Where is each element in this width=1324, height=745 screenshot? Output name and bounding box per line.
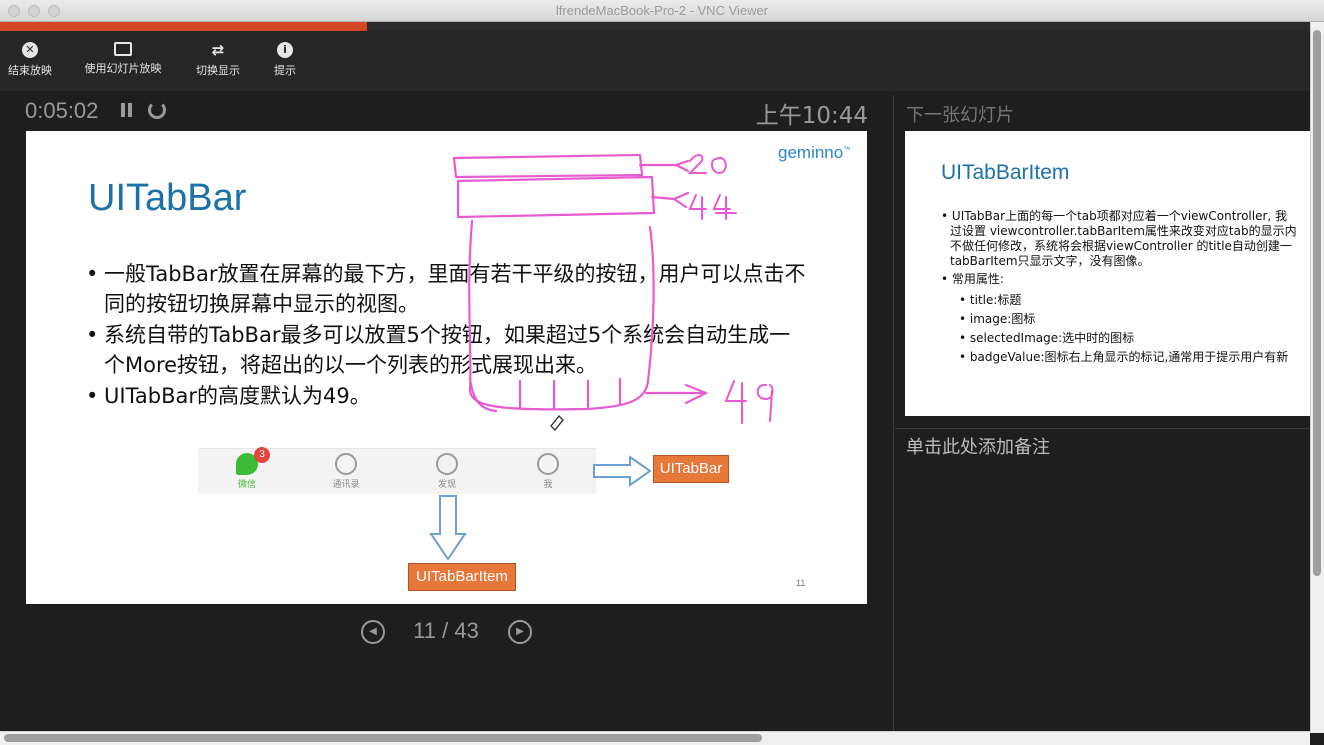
close-circle-icon: ✕ xyxy=(22,42,38,58)
speaker-notes-field[interactable]: 单击此处添加备注 xyxy=(906,433,1050,459)
tips-label: 提示 xyxy=(274,64,296,77)
slide-counter: 11 / 43 xyxy=(413,618,479,643)
elapsed-timer: 0:05:02 xyxy=(25,98,99,123)
vertical-scroll-thumb[interactable] xyxy=(1313,30,1321,576)
next-slide-common-label: 常用属性: xyxy=(951,272,1004,286)
end-show-button[interactable]: ✕ 结束放映 xyxy=(4,42,56,82)
next-slide-prop: • image:图标 xyxy=(959,312,1036,326)
end-show-label: 结束放映 xyxy=(8,64,52,77)
next-slide-bullet-text: 不做任何修改，系统将会根据viewController 的title自动创建一 xyxy=(950,239,1292,253)
current-slide[interactable]: UITabBar geminno™ • 一般TabBar放置在屏幕的最下方，里面有… xyxy=(26,131,867,604)
use-slideshow-button[interactable]: 使用幻灯片放映 xyxy=(80,42,166,82)
window-title: lfrendeMacBook-Pro-2 - VNC Viewer xyxy=(555,3,769,18)
next-slide-preview[interactable]: UITabBarItem • UITabBar上面的每一个tab项都对应着一个v… xyxy=(905,131,1310,416)
next-slide-prop-text: badgeValue:图标右上角显示的标记,通常用于提示用户有新 xyxy=(969,350,1289,364)
tips-button[interactable]: i 提示 xyxy=(265,42,305,82)
next-slide-heading: 下一张幻灯片 xyxy=(906,105,1014,126)
horizontal-scroll-thumb[interactable] xyxy=(4,734,762,742)
clock: 上午10:44 xyxy=(755,103,868,129)
next-slide-prop-text: selectedImage:选中时的图标 xyxy=(969,331,1135,345)
next-slide-prop-text: image:图标 xyxy=(969,312,1036,326)
swap-icon: ⇄ xyxy=(211,41,225,59)
next-slide-prop-text: title:标题 xyxy=(969,293,1022,307)
next-slide-bullet: • 常用属性: xyxy=(941,272,1004,286)
slides-icon xyxy=(114,42,132,56)
next-slide-prop: • badgeValue:图标右上角显示的标记,通常用于提示用户有新 xyxy=(959,350,1289,364)
next-slide-prop: • title:标题 xyxy=(959,293,1022,307)
next-slide-bullet-text: UITabBar上面的每一个tab项都对应着一个viewController, … xyxy=(951,209,1288,223)
notes-separator xyxy=(895,428,1310,429)
panel-divider xyxy=(893,95,894,735)
switch-display-button[interactable]: ⇄ 切换显示 xyxy=(192,42,244,82)
switch-display-label: 切换显示 xyxy=(196,64,240,77)
slideshow-progress-fill xyxy=(0,22,367,31)
info-icon: i xyxy=(277,42,293,58)
next-slide-bullet: • UITabBar上面的每一个tab项都对应着一个viewController… xyxy=(941,209,1288,223)
next-slide-bullet-text: tabBarItem只显示文字，没有图像。 xyxy=(950,254,1150,268)
use-slideshow-label: 使用幻灯片放映 xyxy=(84,62,162,75)
previous-slide-button[interactable]: ◀ xyxy=(361,620,385,644)
pen-annotations xyxy=(452,153,774,432)
next-slide-button[interactable]: ▶ xyxy=(508,620,532,644)
reset-timer-icon[interactable] xyxy=(148,101,166,119)
pause-icon[interactable] xyxy=(119,101,135,119)
next-slide-title: UITabBarItem xyxy=(941,161,1070,184)
next-slide-bullet-text: 过设置 viewcontroller.tabBarItem属性来改变对应tab的… xyxy=(950,224,1297,238)
next-slide-prop: • selectedImage:选中时的图标 xyxy=(959,331,1135,345)
